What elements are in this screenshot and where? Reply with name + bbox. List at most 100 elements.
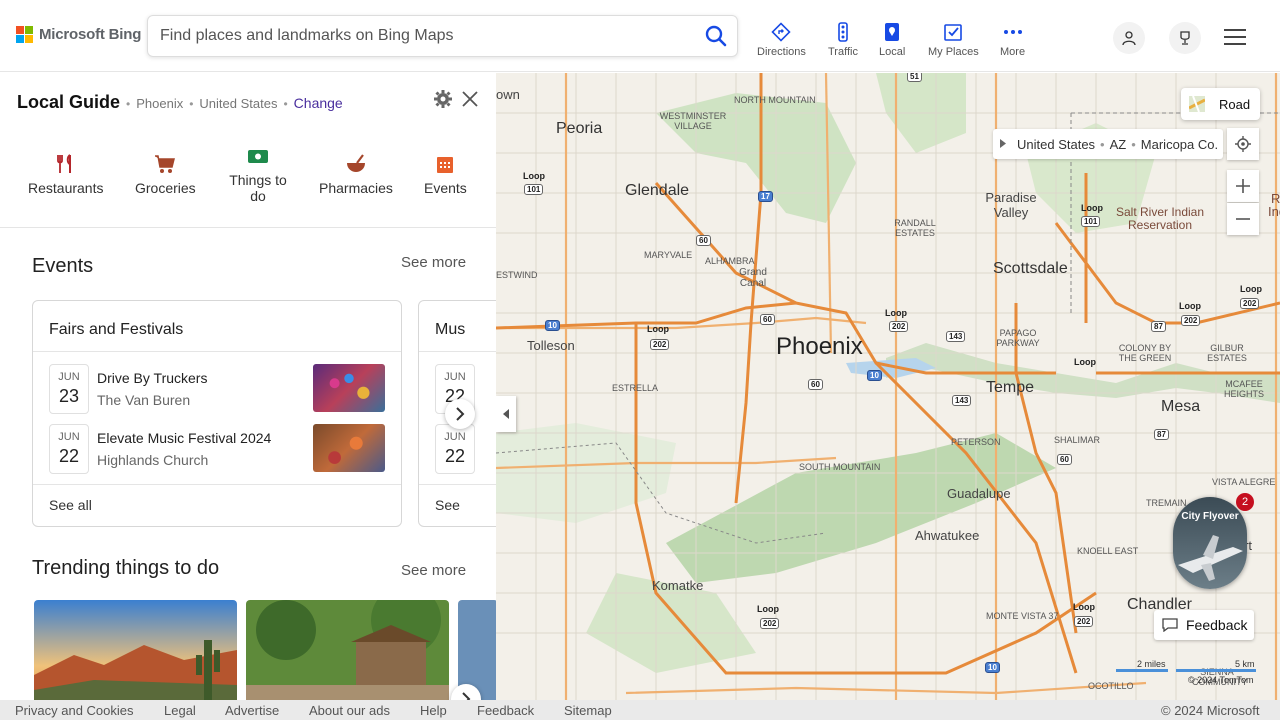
footer-advertise-link[interactable]: Advertise [225,703,279,718]
collapse-panel-button[interactable] [496,396,516,432]
nav-more[interactable]: More [1000,22,1025,58]
bing-logo[interactable]: Microsoft Bing [16,26,141,43]
category-groceries[interactable]: Groceries [135,153,196,196]
trending-tile[interactable] [34,600,237,700]
see-all-link[interactable]: See all [49,497,92,513]
city-flyover-button[interactable]: City Flyover [1173,497,1247,589]
footer-help-link[interactable]: Help [420,703,447,718]
trophy-icon [1180,31,1190,45]
map-label-paradise-valley: Paradise Valley [985,190,1037,220]
breadcrumb-state[interactable]: AZ [1110,137,1127,152]
search-box [147,15,738,57]
map-label-grand-canal: Grand Canal [739,267,767,289]
category-bar: Restaurants Groceries Things to do Pharm… [0,143,496,231]
events-see-more-link[interactable]: See more [401,254,466,271]
map-label: MCAFEE HEIGHTS [1223,379,1264,399]
category-groceries-label: Groceries [135,180,196,196]
menu-hamburger-icon[interactable] [1224,28,1246,46]
change-location-link[interactable]: Change [294,95,343,111]
brand-name: Microsoft Bing [39,26,142,43]
category-restaurants-label: Restaurants [28,180,104,196]
chevron-right-icon [462,692,471,700]
footer-sitemap-link[interactable]: Sitemap [564,703,612,718]
footer-about-ads-link[interactable]: About our ads [309,703,390,718]
map-label: ALHAMBRA [705,256,755,266]
category-pharmacies-label: Pharmacies [319,180,393,196]
highway-shield: 60 [696,235,711,246]
event-thumbnail [313,424,385,472]
directions-icon [771,22,792,42]
nav-traffic-label: Traffic [828,46,858,58]
calendar-icon [437,157,454,173]
map-label: SHALIMAR [1054,435,1101,445]
nav-my-places[interactable]: My Places [928,22,979,58]
chevron-right-icon [456,407,465,421]
footer-legal-link[interactable]: Legal [164,703,196,718]
carousel-next-button[interactable] [445,399,475,429]
mortar-pestle-icon [346,154,365,172]
event-date: JUN 22 [435,424,475,474]
category-events[interactable]: Events [424,153,467,196]
nav-more-label: More [1000,46,1026,58]
map-label: own [496,87,520,102]
caret-right-icon[interactable] [1000,139,1006,148]
close-icon[interactable] [460,89,480,109]
locate-icon [1235,136,1251,152]
map-feedback-button[interactable]: Feedback [1154,610,1254,640]
map-label: RANDALL ESTATES [894,218,936,238]
search-icon[interactable] [705,25,727,47]
map-label: WESTMINSTER VILLAGE [659,111,727,131]
footer-privacy-link[interactable]: Privacy and Cookies [15,703,134,718]
category-events-label: Events [424,180,467,196]
rewards-button[interactable] [1169,22,1201,54]
category-restaurants[interactable]: Restaurants [28,153,103,196]
zoom-out-button[interactable] [1227,203,1259,235]
event-item[interactable]: JUN 22 Elevate Music Festival 2024 Highl… [49,424,389,474]
nav-my-places-label: My Places [928,46,979,58]
event-card-title: Mus [435,321,466,338]
traffic-light-icon [838,22,848,42]
search-input[interactable] [148,27,688,45]
zoom-in-button[interactable] [1227,170,1259,202]
map-style-button[interactable]: Road [1181,88,1260,120]
breadcrumb-county[interactable]: Maricopa Co. [1141,137,1218,152]
flyover-badge: 2 [1236,493,1254,511]
city-flyover-label: City Flyover [1181,511,1239,522]
gear-icon[interactable] [433,89,453,109]
nav-directions[interactable]: Directions [757,22,806,58]
nav-local[interactable]: Local [879,22,905,58]
category-pharmacies[interactable]: Pharmacies [319,153,393,196]
ticket-icon [248,150,268,163]
account-button[interactable] [1113,22,1145,54]
breadcrumb-country[interactable]: United States [1017,137,1095,152]
microsoft-logo-icon [16,26,33,43]
scale-km: 5 km [1235,659,1255,669]
highway-shield: 60 [760,314,775,325]
locate-me-button[interactable] [1227,128,1259,160]
trending-tile[interactable] [246,600,449,700]
map-canvas[interactable]: own Peoria Glendale Phoenix Scottsdale T… [496,73,1280,700]
trending-see-more-link[interactable]: See more [401,562,466,579]
highway-shield: 101 [524,184,544,195]
local-guide-icon [885,23,900,41]
more-dots-icon [1003,30,1022,34]
map-label: SOUTH MOUNTAIN [799,462,881,472]
loop-label: Loop [1074,357,1096,367]
event-item[interactable]: JUN 22 [435,424,496,474]
footer-copyright: © 2024 Microsoft [1161,703,1260,718]
highway-shield: 202 [1240,298,1260,309]
map-label-guadalupe: Guadalupe [947,486,1011,501]
highway-shield: 143 [946,331,966,342]
map-style-label: Road [1219,96,1251,112]
map-label-komatke: Komatke [652,578,704,593]
loop-label: Loop [885,308,907,318]
loop-label: Loop [1073,602,1095,612]
map-label: COLONY BY THE GREEN [1118,343,1172,363]
event-item[interactable]: JUN 23 Drive By Truckers The Van Buren [49,364,389,414]
desert-photo [34,600,237,700]
map-label: NORTH MOUNTAIN [734,95,816,105]
see-all-link[interactable]: See [435,497,460,513]
footer-feedback-link[interactable]: Feedback [477,703,534,718]
category-things-to-do[interactable]: Things to do [229,145,287,204]
nav-traffic[interactable]: Traffic [828,22,858,58]
